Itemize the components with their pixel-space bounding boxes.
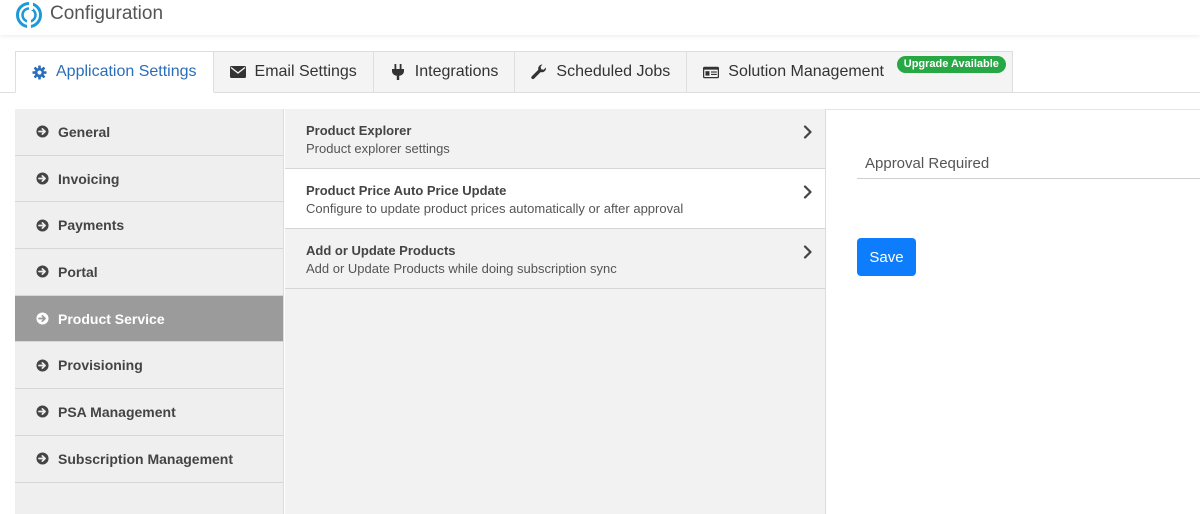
- save-button[interactable]: Save: [857, 238, 916, 276]
- settings-item-description: Add or Update Products while doing subsc…: [306, 261, 617, 276]
- tab-label: Scheduled Jobs: [556, 63, 671, 80]
- envelope-icon: [229, 64, 246, 80]
- tab-email-settings[interactable]: Email Settings: [213, 51, 374, 93]
- tab-scheduled-jobs[interactable]: Scheduled Jobs: [515, 51, 688, 93]
- sidebar-item-payments[interactable]: Payments: [15, 202, 283, 250]
- settings-item-title: Add or Update Products: [306, 243, 456, 258]
- sidebar-item-psa-management[interactable]: PSA Management: [15, 389, 283, 436]
- circular-logo-icon: [16, 1, 42, 29]
- settings-list-item[interactable]: Add or Update Products Add or Update Prod…: [285, 229, 825, 289]
- circle-arrow-right-icon: [36, 312, 49, 325]
- settings-list: Product Explorer Product explorer setting…: [285, 109, 826, 514]
- wrench-icon: [531, 64, 547, 80]
- tab-integrations[interactable]: Integrations: [373, 51, 516, 93]
- plug-icon: [390, 64, 406, 80]
- settings-item-title: Product Explorer: [306, 123, 412, 138]
- settings-sidebar: General Invoicing Payments Portal Product Se…: [15, 109, 284, 514]
- tab-bar: Application Settings Email Settings Inte…: [15, 51, 1013, 93]
- chevron-right-icon: [803, 185, 812, 199]
- circle-arrow-right-icon: [36, 405, 49, 419]
- tab-label: Integrations: [414, 63, 499, 80]
- sidebar-item-portal[interactable]: Portal: [15, 249, 283, 296]
- sidebar-item-subscription-management[interactable]: Subscription Management: [15, 436, 283, 483]
- circle-arrow-right-icon: [36, 265, 49, 278]
- tab-label: Email Settings: [254, 63, 357, 80]
- page-title: Configuration: [50, 3, 164, 24]
- settings-item-description: Product explorer settings: [306, 141, 450, 156]
- tab-label: Solution Management: [728, 63, 884, 80]
- sidebar-item-label: General: [58, 123, 111, 140]
- tab-solution-management[interactable]: Solution Management Upgrade Available: [687, 51, 1013, 93]
- settings-item-description: Configure to update product prices autom…: [306, 201, 684, 216]
- sidebar-item-product-service[interactable]: Product Service: [15, 295, 283, 343]
- setting-detail-panel: Approval Required Save: [826, 109, 1200, 514]
- upgrade-badge[interactable]: Upgrade Available: [896, 56, 1006, 73]
- approval-mode-field[interactable]: Approval Required: [857, 146, 1200, 179]
- sidebar-item-label: Provisioning: [58, 357, 143, 374]
- chevron-right-icon: [803, 125, 812, 139]
- sidebar-item-label: Portal: [58, 263, 98, 280]
- settings-list-item[interactable]: Product Price Auto Price Update Configure…: [285, 169, 825, 229]
- sidebar-item-provisioning[interactable]: Provisioning: [15, 342, 283, 390]
- chevron-right-icon: [803, 245, 812, 259]
- settings-list-item[interactable]: Product Explorer Product explorer setting…: [285, 109, 825, 169]
- tab-label: Application Settings: [56, 63, 197, 80]
- sidebar-item-label: Invoicing: [58, 170, 120, 187]
- sidebar-item-label: PSA Management: [58, 403, 176, 420]
- sidebar-item-label: Payments: [58, 217, 125, 234]
- sidebar-item-general[interactable]: General: [15, 109, 283, 156]
- sidebar-item-label: Product Service: [58, 310, 165, 327]
- settings-item-title: Product Price Auto Price Update: [306, 183, 507, 198]
- circle-arrow-right-icon: [36, 359, 49, 372]
- circle-arrow-right-icon: [36, 452, 49, 465]
- gear-icon: [31, 64, 47, 80]
- app-header: Configuration: [0, 0, 1200, 35]
- tab-application-settings[interactable]: Application Settings: [15, 51, 214, 93]
- circle-arrow-right-icon: [36, 172, 49, 185]
- circle-arrow-right-icon: [36, 125, 49, 138]
- id-card-icon: [703, 64, 720, 80]
- circle-arrow-right-icon: [36, 219, 49, 232]
- sidebar-item-invoicing[interactable]: Invoicing: [15, 156, 283, 203]
- sidebar-item-label: Subscription Management: [58, 450, 234, 467]
